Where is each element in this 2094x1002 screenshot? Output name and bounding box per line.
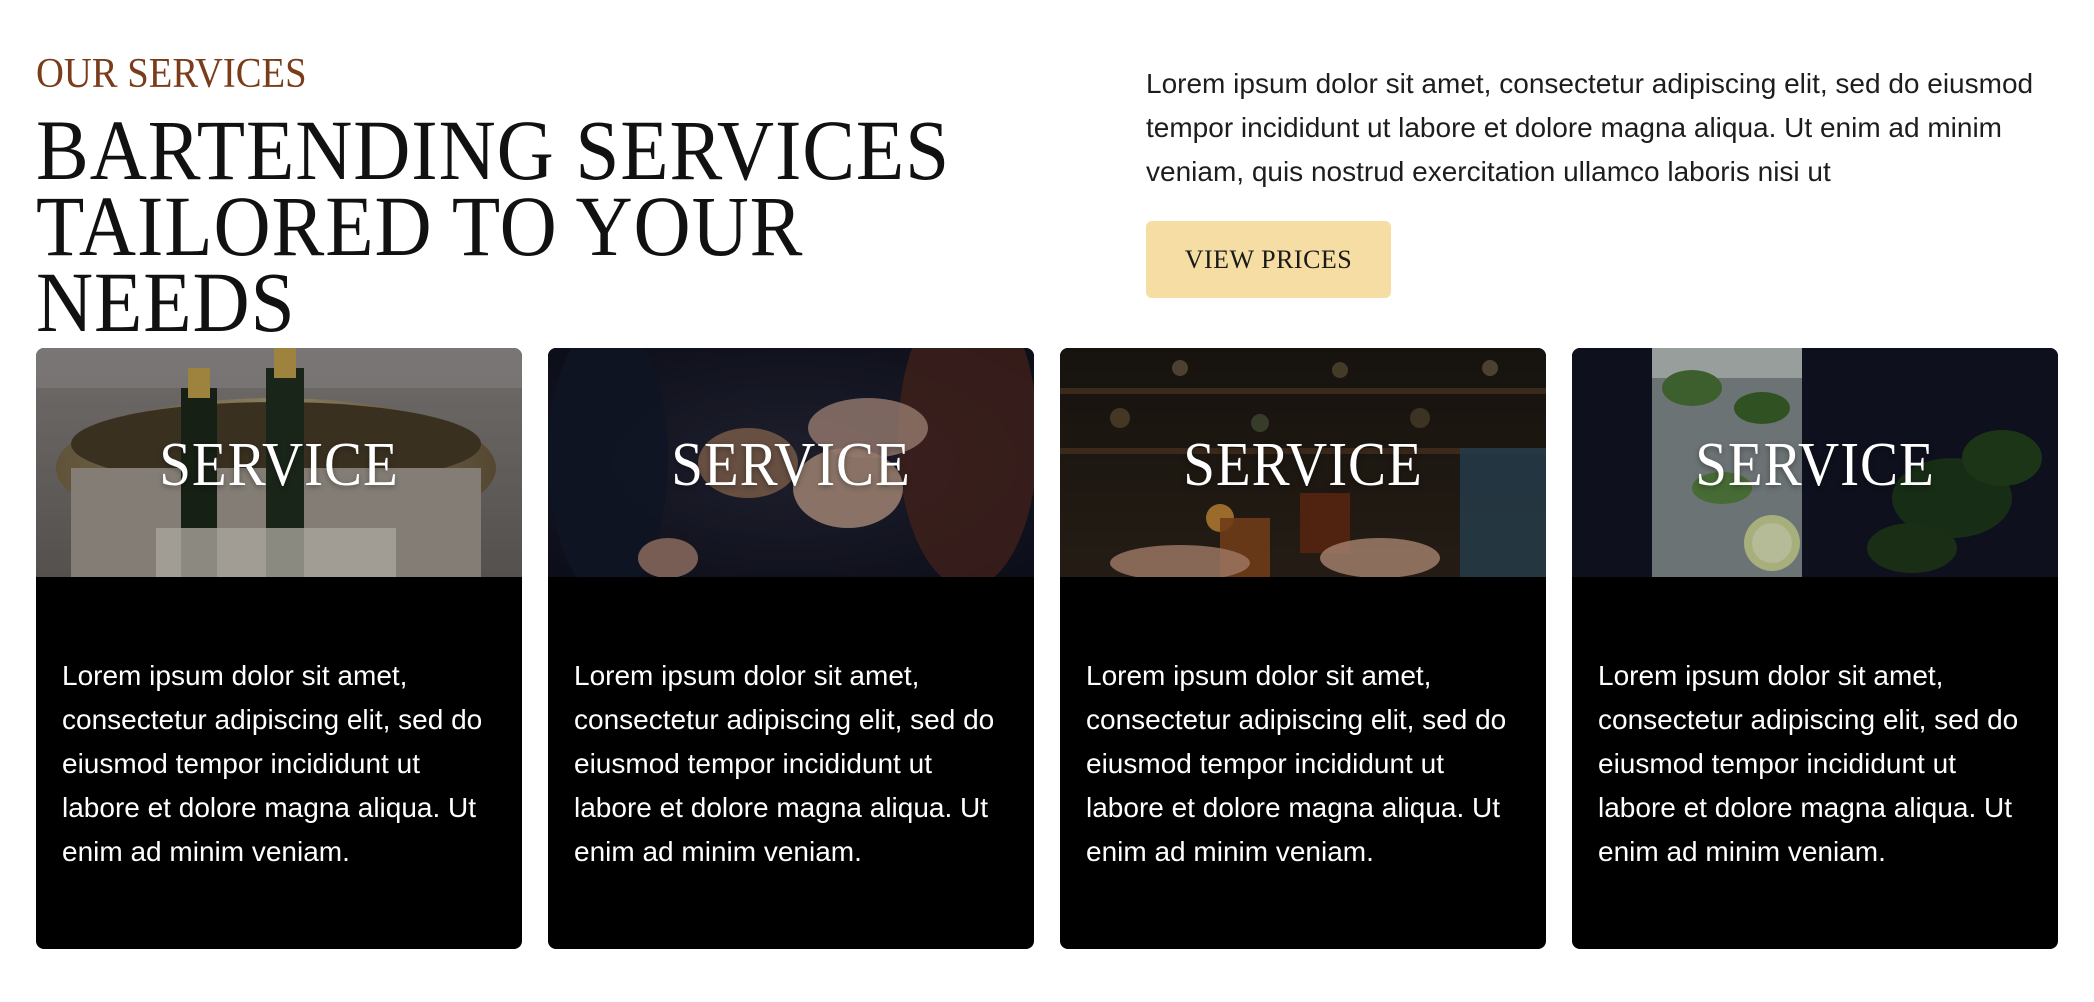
service-card[interactable]: SERVICE Lorem ipsum dolor sit amet, cons… — [1060, 348, 1546, 949]
section-headline: BARTENDING SERVICES TAILORED TO YOUR NEE… — [36, 102, 1048, 350]
section-eyebrow: OUR SERVICES — [36, 51, 307, 97]
service-description: Lorem ipsum dolor sit amet, consectetur … — [1086, 660, 1507, 867]
service-cards: SERVICE Lorem ipsum dolor sit amet, cons… — [36, 348, 2058, 949]
service-description: Lorem ipsum dolor sit amet, consectetur … — [1598, 660, 2019, 867]
champagne-bucket-photo: SERVICE — [36, 348, 522, 577]
service-card[interactable]: SERVICE Lorem ipsum dolor sit amet, cons… — [548, 348, 1034, 949]
headline-line-1: BARTENDING SERVICES — [36, 102, 951, 198]
service-description: Lorem ipsum dolor sit amet, consectetur … — [574, 660, 995, 867]
headline-line-2: TAILORED TO YOUR NEEDS — [36, 178, 804, 350]
service-card[interactable]: SERVICE Lorem ipsum dolor sit amet, cons… — [1572, 348, 2058, 949]
service-title: SERVICE — [1695, 431, 1935, 499]
service-title: SERVICE — [671, 431, 911, 499]
service-title: SERVICE — [159, 431, 399, 499]
toasting-cocktails-photo: SERVICE — [548, 348, 1034, 577]
service-card[interactable]: SERVICE Lorem ipsum dolor sit amet, cons… — [36, 348, 522, 949]
bar-cheers-photo: SERVICE — [1060, 348, 1546, 577]
service-title: SERVICE — [1183, 431, 1423, 499]
intro-paragraph: Lorem ipsum dolor sit amet, consectetur … — [1146, 68, 2034, 187]
view-prices-button[interactable]: VIEW PRICES — [1146, 221, 1391, 298]
mojito-glass-photo: SERVICE — [1572, 348, 2058, 577]
service-description: Lorem ipsum dolor sit amet, consectetur … — [62, 660, 483, 867]
